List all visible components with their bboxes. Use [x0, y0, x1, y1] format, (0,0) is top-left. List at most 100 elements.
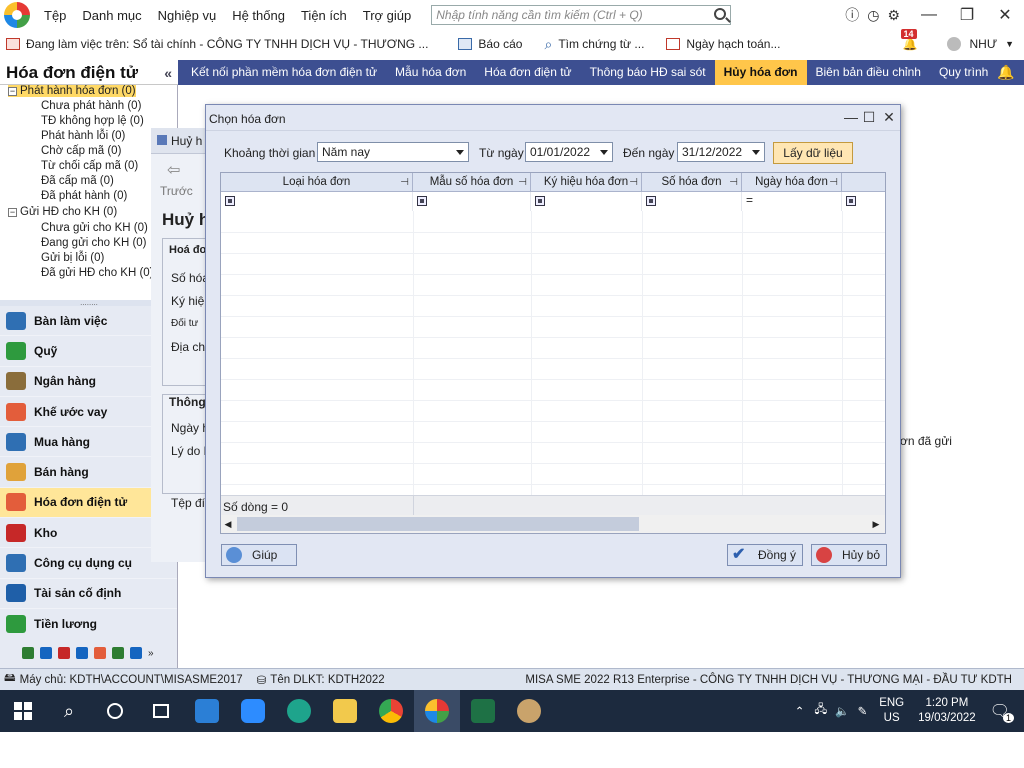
col-invoice-date[interactable]: Ngày hóa đơn ⊣: [742, 173, 842, 192]
shortcut-stamp-icon[interactable]: [94, 647, 106, 659]
to-date-input[interactable]: 31/12/2022: [677, 142, 765, 162]
taskbar-app-explorer-icon[interactable]: [322, 690, 368, 732]
taskbar-app-zoom-icon[interactable]: [230, 690, 276, 732]
taskbar-app-chrome-icon[interactable]: [368, 690, 414, 732]
tree-item[interactable]: Đã phát hành (0): [41, 190, 127, 202]
pin-icon[interactable]: ⊣: [400, 173, 409, 192]
task-view-icon[interactable]: [138, 690, 184, 732]
filter-cell[interactable]: [642, 192, 742, 211]
tree-item[interactable]: Chưa gửi cho KH (0): [41, 222, 148, 234]
tree-item[interactable]: Chờ cấp mã (0): [41, 145, 121, 157]
horizontal-scrollbar[interactable]: ◀ ▶: [221, 515, 885, 533]
filter-cell[interactable]: [413, 192, 531, 211]
help-icon[interactable]: ⓘ: [845, 5, 859, 25]
module-assets[interactable]: Tài sản cố định: [0, 579, 177, 609]
col-invoice-symbol[interactable]: Ký hiệu hóa đơn ⊣: [531, 173, 642, 192]
filter-cell[interactable]: [842, 192, 885, 211]
tree-item[interactable]: Đã cấp mã (0): [41, 175, 114, 187]
tree-item[interactable]: Gửi bị lỗi (0): [41, 252, 104, 264]
dropdown-arrow-icon[interactable]: [456, 150, 464, 155]
ok-button[interactable]: ✔ Đồng ý: [727, 544, 803, 566]
tree-item-send[interactable]: − Gửi HĐ cho KH (0): [8, 206, 117, 218]
taskbar-app-paint-icon[interactable]: [506, 690, 552, 732]
dialog-maximize-icon[interactable]: ☐: [861, 110, 877, 126]
search-icon[interactable]: [714, 8, 727, 20]
taskbar-app-misa-icon[interactable]: [414, 690, 460, 732]
tree-item[interactable]: Từ chối cấp mã (0): [41, 160, 138, 172]
shortcut-excel-icon[interactable]: [22, 647, 34, 659]
pin-icon[interactable]: ⊣: [629, 173, 638, 192]
back-arrow-icon[interactable]: ⇦: [167, 160, 180, 180]
menu-help[interactable]: Trợ giúp: [363, 8, 412, 23]
filter-icon[interactable]: [646, 196, 656, 206]
taskbar-app-edge-icon[interactable]: [276, 690, 322, 732]
scroll-thumb[interactable]: [237, 517, 639, 531]
action-center-icon[interactable]: 🗨 1: [990, 701, 1014, 723]
pin-icon[interactable]: ⊣: [729, 173, 738, 192]
menu-file[interactable]: Tệp: [44, 8, 66, 23]
report-button[interactable]: Báo cáo: [458, 37, 522, 51]
tab-adjustment[interactable]: Biên bản điều chỉnh: [807, 60, 930, 85]
filter-icon[interactable]: [846, 196, 856, 206]
expand-icon[interactable]: −: [8, 87, 17, 96]
filter-icon[interactable]: [417, 196, 427, 206]
filter-icon[interactable]: [225, 196, 235, 206]
taskbar-app-remote-icon[interactable]: [184, 690, 230, 732]
shortcut-people-icon[interactable]: [130, 647, 142, 659]
filter-icon[interactable]: [535, 196, 545, 206]
user-name[interactable]: NHƯ: [969, 37, 997, 51]
tray-chevron-icon[interactable]: ⌃: [795, 704, 805, 718]
expand-icon[interactable]: −: [8, 208, 17, 217]
chevron-down-icon[interactable]: ▼: [1005, 39, 1014, 49]
from-date-input[interactable]: 01/01/2022: [525, 142, 613, 162]
restore-icon[interactable]: ❐: [948, 5, 986, 25]
equals-filter-icon[interactable]: =: [746, 193, 753, 207]
col-invoice-type[interactable]: Loại hóa đơn ⊣: [221, 173, 413, 192]
clock[interactable]: 1:20 PM 19/03/2022: [918, 696, 976, 726]
cortana-icon[interactable]: [92, 690, 138, 732]
more-icon[interactable]: »: [148, 648, 154, 659]
dropdown-arrow-icon[interactable]: [600, 150, 608, 155]
minimize-icon[interactable]: —: [910, 6, 948, 24]
menu-utilities[interactable]: Tiện ích: [301, 8, 347, 23]
search-taskbar-icon[interactable]: ⌕: [46, 690, 92, 732]
tree-item[interactable]: TĐ không hợp lệ (0): [41, 115, 144, 127]
filter-cell[interactable]: [531, 192, 642, 211]
feature-search-input[interactable]: Nhập tính năng cần tìm kiếm (Ctrl + Q): [431, 5, 732, 25]
scroll-left-icon[interactable]: ◀: [221, 515, 235, 533]
filter-cell[interactable]: [221, 192, 413, 211]
shortcut-doc-icon[interactable]: [76, 647, 88, 659]
tab-connect[interactable]: Kết nối phần mềm hóa đơn điện tử: [178, 60, 386, 85]
volume-icon[interactable]: 🔈: [835, 704, 849, 718]
back-label[interactable]: Trước: [160, 184, 193, 198]
col-more[interactable]: [842, 173, 885, 192]
tab-process[interactable]: Quy trình: [930, 60, 997, 85]
posting-date-button[interactable]: Ngày hạch toán...: [666, 37, 780, 51]
dropdown-arrow-icon[interactable]: [752, 150, 760, 155]
col-invoice-number[interactable]: Số hóa đơn ⊣: [642, 173, 742, 192]
filter-cell[interactable]: =: [742, 192, 842, 211]
notification-bell-icon[interactable]: 🔔 14: [900, 29, 917, 51]
start-button[interactable]: [0, 690, 46, 732]
help-button[interactable]: Giúp: [221, 544, 297, 566]
tree-item[interactable]: Đã gửi HĐ cho KH (0): [41, 267, 154, 279]
scroll-right-icon[interactable]: ▶: [869, 515, 883, 533]
menu-catalog[interactable]: Danh mục: [82, 8, 141, 23]
tab-template[interactable]: Mẫu hóa đơn: [386, 60, 475, 85]
col-invoice-template[interactable]: Mẫu số hóa đơn ⊣: [413, 173, 531, 192]
language-indicator[interactable]: ENG US: [879, 696, 904, 726]
tab-einvoice[interactable]: Hóa đơn điện tử: [475, 60, 580, 85]
bell-icon[interactable]: 🔔: [997, 64, 1014, 81]
tree-item[interactable]: Đang gửi cho KH (0): [41, 237, 147, 249]
load-data-button[interactable]: Lấy dữ liệu: [773, 142, 853, 164]
shortcut-user-icon[interactable]: [112, 647, 124, 659]
pen-icon[interactable]: ✎: [858, 704, 868, 718]
tree-item-issue[interactable]: − Phát hành hóa đơn (0): [8, 85, 136, 97]
dialog-minimize-icon[interactable]: —: [843, 110, 859, 126]
menu-system[interactable]: Hệ thống: [232, 8, 285, 23]
tab-error-notice[interactable]: Thông báo HĐ sai sót: [581, 60, 715, 85]
module-payroll[interactable]: Tiền lương: [0, 609, 177, 640]
user-avatar-icon[interactable]: [947, 37, 962, 51]
taskbar-app-excel-icon[interactable]: [460, 690, 506, 732]
working-context[interactable]: Đang làm việc trên: Sổ tài chính - CÔNG …: [6, 37, 428, 51]
